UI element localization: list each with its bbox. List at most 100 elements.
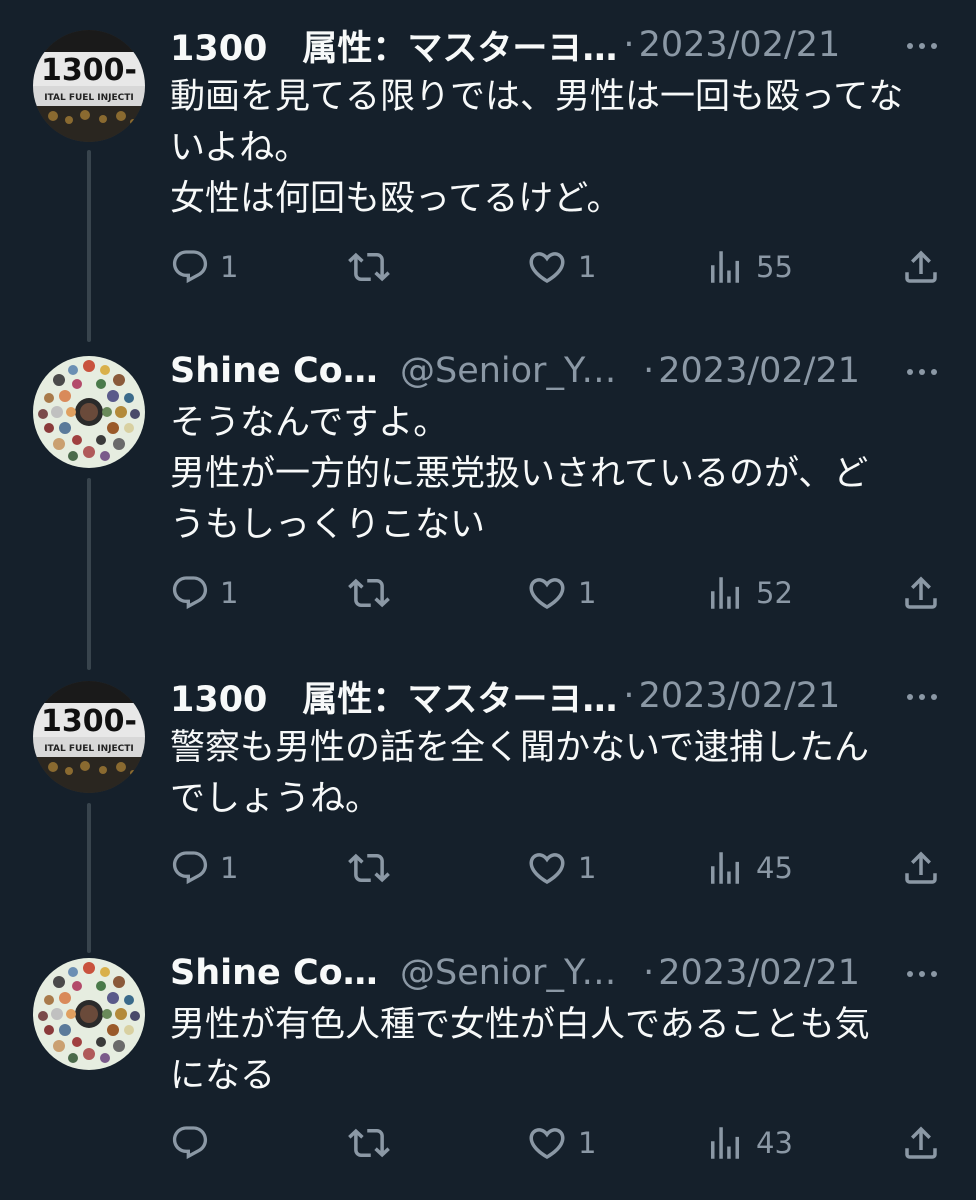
avatar-image xyxy=(33,356,145,468)
retweet-icon xyxy=(348,1122,390,1164)
reply-count: 1 xyxy=(220,851,239,885)
tweet-text-line: いよね。 xyxy=(170,128,310,168)
share-icon xyxy=(900,1122,942,1164)
views-button[interactable]: 55 xyxy=(704,242,793,292)
share-icon xyxy=(900,847,942,889)
avatar[interactable]: 1300- ITAL FUEL INJECTI xyxy=(33,681,145,793)
share-button[interactable] xyxy=(900,568,942,618)
reply-count: 1 xyxy=(220,576,239,610)
views-button[interactable]: 45 xyxy=(704,843,793,893)
reply-button[interactable]: 1 xyxy=(170,568,238,618)
heart-icon xyxy=(526,847,568,889)
display-name[interactable]: Shine Cove xyxy=(170,953,388,993)
retweet-button[interactable] xyxy=(348,1118,390,1168)
views-bar-icon xyxy=(704,572,746,614)
tweet[interactable]: Shine Cove @Senior_Yu… · 2023/02/21 男性が有… xyxy=(0,948,976,1188)
separator-dot: · xyxy=(623,676,635,716)
timestamp[interactable]: 2023/02/21 xyxy=(639,676,841,716)
views-bar-icon xyxy=(704,246,746,288)
reply-button[interactable] xyxy=(170,1118,220,1168)
tweet[interactable]: Shine Cove @Senior_Yu… · 2023/02/21 そうなん… xyxy=(0,346,976,646)
tweet-text-line: うもしっくりこない xyxy=(170,505,486,545)
timestamp[interactable]: 2023/02/21 xyxy=(658,953,860,993)
share-button[interactable] xyxy=(900,242,942,292)
reply-count: 1 xyxy=(220,250,239,284)
avatar-image xyxy=(33,958,145,1070)
more-dots-icon[interactable] xyxy=(904,962,940,986)
action-bar: 1 1 52 xyxy=(170,568,950,618)
display-name[interactable]: Shine Cove xyxy=(170,351,388,391)
view-count: 55 xyxy=(756,250,793,284)
tweet[interactable]: 1300- ITAL FUEL INJECTI 1300 属性：マスターヨ… ·… xyxy=(0,671,976,931)
action-bar: 1 1 45 xyxy=(170,843,950,893)
tweet-header: Shine Cove @Senior_Yu… · 2023/02/21 xyxy=(170,948,860,998)
avatar-image: 1300- ITAL FUEL INJECTI xyxy=(33,681,145,793)
svg-text:ITAL FUEL INJECTI: ITAL FUEL INJECTI xyxy=(44,744,134,754)
tweet-text-line: 男性が一方的に悪党扱いされているのが、ど xyxy=(170,454,869,494)
tweet-text-line: 動画を見てる限りでは、男性は一回も殴ってな xyxy=(170,77,904,117)
timestamp[interactable]: 2023/02/21 xyxy=(639,25,841,65)
like-count: 1 xyxy=(578,851,597,885)
retweet-icon xyxy=(348,572,390,614)
share-button[interactable] xyxy=(900,843,942,893)
avatar-image: 1300- ITAL FUEL INJECTI xyxy=(33,30,145,142)
views-button[interactable]: 43 xyxy=(704,1118,793,1168)
views-bar-icon xyxy=(704,1122,746,1164)
timestamp[interactable]: 2023/02/21 xyxy=(658,351,860,391)
like-count: 1 xyxy=(578,576,597,610)
more-dots-icon[interactable] xyxy=(904,685,940,709)
user-handle[interactable]: @Senior_Yu… xyxy=(400,953,637,993)
svg-text:1300-: 1300- xyxy=(41,53,137,88)
reply-icon xyxy=(170,247,210,287)
tweet-header: 1300 属性：マスターヨ… · 2023/02/21 xyxy=(170,671,860,721)
tweet-text-line: 警察も男性の話を全く聞かないで逮捕したん xyxy=(170,728,869,768)
tweet-text: そうなんですよ。 男性が一方的に悪党扱いされているのが、ど うもしっくりこない xyxy=(170,398,910,551)
avatar[interactable]: 1300- ITAL FUEL INJECTI xyxy=(33,30,145,142)
share-icon xyxy=(900,246,942,288)
tweet-text: 男性が有色人種で女性が白人であることも気 になる xyxy=(170,1000,910,1102)
reply-icon xyxy=(170,1123,210,1163)
reply-icon xyxy=(170,848,210,888)
separator-dot: · xyxy=(643,351,655,391)
tweet[interactable]: 1300- ITAL FUEL INJECTI 1300 属性：マスターヨ… ·… xyxy=(0,20,976,320)
avatar[interactable] xyxy=(33,958,145,1070)
retweet-icon xyxy=(348,847,390,889)
tweet-text: 動画を見てる限りでは、男性は一回も殴ってな いよね。 女性は何回も殴ってるけど。 xyxy=(170,72,910,225)
user-handle[interactable]: @Senior_Yu… xyxy=(400,351,637,391)
heart-icon xyxy=(526,1122,568,1164)
like-button[interactable]: 1 xyxy=(526,568,596,618)
retweet-button[interactable] xyxy=(348,242,390,292)
like-count: 1 xyxy=(578,250,597,284)
display-name[interactable]: 1300 属性：マスターヨ… xyxy=(170,20,617,71)
display-name[interactable]: 1300 属性：マスターヨ… xyxy=(170,671,617,722)
reply-icon xyxy=(170,573,210,613)
retweet-icon xyxy=(348,246,390,288)
share-button[interactable] xyxy=(900,1118,942,1168)
svg-text:1300-: 1300- xyxy=(41,704,137,739)
tweet-text-line: そうなんですよ。 xyxy=(170,403,449,443)
avatar[interactable] xyxy=(33,356,145,468)
like-button[interactable]: 1 xyxy=(526,843,596,893)
view-count: 43 xyxy=(756,1126,793,1160)
action-bar: 1 1 55 xyxy=(170,242,950,292)
reply-button[interactable]: 1 xyxy=(170,843,238,893)
tweet-header: Shine Cove @Senior_Yu… · 2023/02/21 xyxy=(170,346,860,396)
tweet-text: 警察も男性の話を全く聞かないで逮捕したん でしょうね。 xyxy=(170,723,910,825)
tweet-text-line: 男性が有色人種で女性が白人であることも気 xyxy=(170,1005,870,1045)
reply-button[interactable]: 1 xyxy=(170,242,238,292)
action-bar: 1 43 xyxy=(170,1118,950,1168)
tweet-text-line: になる xyxy=(170,1056,276,1096)
view-count: 45 xyxy=(756,851,793,885)
tweet-text-line: でしょうね。 xyxy=(170,779,381,819)
retweet-button[interactable] xyxy=(348,568,390,618)
svg-text:ITAL FUEL INJECTI: ITAL FUEL INJECTI xyxy=(44,93,134,103)
more-dots-icon[interactable] xyxy=(904,360,940,384)
like-button[interactable]: 1 xyxy=(526,1118,596,1168)
separator-dot: · xyxy=(643,953,655,993)
retweet-button[interactable] xyxy=(348,843,390,893)
like-button[interactable]: 1 xyxy=(526,242,596,292)
heart-icon xyxy=(526,246,568,288)
more-dots-icon[interactable] xyxy=(904,34,940,58)
views-button[interactable]: 52 xyxy=(704,568,793,618)
tweet-text-line: 女性は何回も殴ってるけど。 xyxy=(170,179,622,219)
